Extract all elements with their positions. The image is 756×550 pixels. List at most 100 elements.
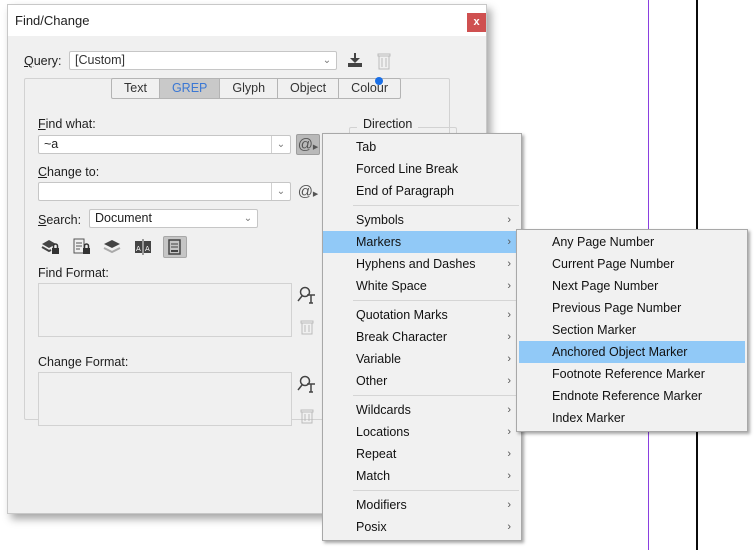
format-search-icon xyxy=(297,286,315,304)
menu-item-forced-line-break[interactable]: Forced Line Break xyxy=(323,158,521,180)
save-download-icon xyxy=(348,53,362,67)
locked-stories-icon xyxy=(73,238,90,254)
search-label: Search: xyxy=(38,213,81,227)
menu-item-variable[interactable]: Variable › xyxy=(323,348,521,370)
menu-item-symbols[interactable]: Symbols › xyxy=(323,209,521,231)
chevron-down-icon[interactable]: ⌄ xyxy=(271,136,290,153)
menu-item-label: Markers xyxy=(356,235,402,249)
menu-item-label: White Space xyxy=(356,279,427,293)
menu-item-modifiers[interactable]: Modifiers › xyxy=(323,494,521,516)
triangle-right-icon: ▶ xyxy=(312,144,319,151)
include-footnotes-button[interactable] xyxy=(163,236,187,258)
change-to-text: hange to: xyxy=(47,165,100,179)
menu-item-posix[interactable]: Posix › xyxy=(323,516,521,538)
footnotes-icon xyxy=(168,239,181,255)
menu-item-wildcards[interactable]: Wildcards › xyxy=(323,399,521,421)
find-format-box[interactable] xyxy=(38,283,292,337)
tab-bar: Text GREP Glyph Object Colour xyxy=(111,78,401,99)
menu-item-hyphens-and-dashes[interactable]: Hyphens and Dashes › xyxy=(323,253,521,275)
tab-text[interactable]: Text xyxy=(112,79,160,98)
menu-item-quotation-marks[interactable]: Quotation Marks › xyxy=(323,304,521,326)
at-sign-icon: @ xyxy=(297,183,313,200)
menu-item-white-space[interactable]: White Space › xyxy=(323,275,521,297)
query-dropdown[interactable]: [Custom] ⌄ xyxy=(69,51,337,70)
menu-item-other[interactable]: Other › xyxy=(323,370,521,392)
include-locked-layers-button[interactable] xyxy=(41,237,61,257)
change-special-characters-button[interactable]: @▶ xyxy=(296,182,320,203)
trash-icon xyxy=(377,53,391,70)
submenu-item-any-page-number[interactable]: Any Page Number xyxy=(519,231,745,253)
change-format-box[interactable] xyxy=(38,372,292,426)
include-master-pages-button[interactable]: AA xyxy=(133,237,153,257)
svg-text:A: A xyxy=(136,245,141,253)
menu-item-label: Forced Line Break xyxy=(356,162,459,176)
query-label: Query: xyxy=(24,54,62,68)
change-to-input[interactable]: ⌄ xyxy=(38,182,291,201)
find-what-value: ~a xyxy=(44,137,59,151)
chevron-right-icon: › xyxy=(507,258,511,270)
query-label-text: uery: xyxy=(33,54,62,68)
markers-submenu: Any Page Number Current Page Number Next P… xyxy=(516,229,748,432)
submenu-item-anchored-object-marker[interactable]: Anchored Object Marker xyxy=(519,341,745,363)
chevron-right-icon: › xyxy=(507,521,511,533)
change-format-label: Change Format: xyxy=(38,355,129,369)
save-query-button[interactable] xyxy=(346,51,364,71)
menu-separator xyxy=(353,395,519,396)
menu-item-break-character[interactable]: Break Character › xyxy=(323,326,521,348)
special-characters-menu: Tab Forced Line Break End of Paragraph Symb… xyxy=(322,133,522,541)
hidden-layers-icon xyxy=(103,240,121,254)
tab-grep[interactable]: GREP xyxy=(159,79,221,98)
locked-layers-icon xyxy=(41,240,59,254)
submenu-item-endnote-reference-marker[interactable]: Endnote Reference Marker xyxy=(519,385,745,407)
menu-item-label: Tab xyxy=(356,140,377,154)
submenu-item-label: Current Page Number xyxy=(552,257,675,271)
menu-item-label: Quotation Marks xyxy=(356,308,448,322)
title-bar[interactable]: Find/Change x xyxy=(8,5,486,36)
tab-glyph[interactable]: Glyph xyxy=(220,79,279,98)
chevron-right-icon: › xyxy=(507,448,511,460)
submenu-item-label: Footnote Reference Marker xyxy=(552,367,705,381)
chevron-down-icon[interactable]: ⌄ xyxy=(271,183,290,200)
chevron-right-icon: › xyxy=(507,331,511,343)
find-what-input[interactable]: ~a ⌄ xyxy=(38,135,291,154)
tab-object[interactable]: Object xyxy=(278,79,340,98)
submenu-item-previous-page-number[interactable]: Previous Page Number xyxy=(519,297,745,319)
menu-item-tab[interactable]: Tab xyxy=(323,136,521,158)
find-format-label: Find Format: xyxy=(38,266,109,280)
specify-find-format-button[interactable] xyxy=(297,285,317,305)
triangle-right-icon: ▶ xyxy=(312,191,319,198)
search-scope-dropdown[interactable]: Document ⌄ xyxy=(89,209,258,228)
find-what-mnemonic: F xyxy=(38,117,46,131)
svg-text:A: A xyxy=(145,245,150,253)
chevron-right-icon: › xyxy=(507,280,511,292)
trash-icon xyxy=(300,320,314,335)
chevron-right-icon: › xyxy=(507,426,511,438)
tab-colour[interactable]: Colour xyxy=(339,79,400,98)
submenu-item-next-page-number[interactable]: Next Page Number xyxy=(519,275,745,297)
submenu-item-current-page-number[interactable]: Current Page Number xyxy=(519,253,745,275)
find-special-characters-button[interactable]: @▶ xyxy=(296,134,320,155)
clear-change-format-button[interactable] xyxy=(299,408,315,426)
chevron-right-icon: › xyxy=(507,499,511,511)
delete-query-button[interactable] xyxy=(376,51,392,71)
menu-item-label: Modifiers xyxy=(356,498,407,512)
menu-item-locations[interactable]: Locations › xyxy=(323,421,521,443)
menu-item-repeat[interactable]: Repeat › xyxy=(323,443,521,465)
submenu-item-label: Next Page Number xyxy=(552,279,659,293)
menu-item-match[interactable]: Match › xyxy=(323,465,521,487)
close-button[interactable]: x xyxy=(467,13,486,32)
specify-change-format-button[interactable] xyxy=(297,374,317,394)
submenu-item-label: Index Marker xyxy=(552,411,625,425)
trash-icon xyxy=(300,409,314,424)
submenu-item-index-marker[interactable]: Index Marker xyxy=(519,407,745,429)
query-value: [Custom] xyxy=(75,53,126,67)
menu-item-markers[interactable]: Markers › xyxy=(323,231,521,253)
chevron-right-icon: › xyxy=(507,353,511,365)
menu-item-end-of-paragraph[interactable]: End of Paragraph xyxy=(323,180,521,202)
clear-find-format-button[interactable] xyxy=(299,319,315,337)
submenu-item-footnote-reference-marker[interactable]: Footnote Reference Marker xyxy=(519,363,745,385)
submenu-item-section-marker[interactable]: Section Marker xyxy=(519,319,745,341)
include-locked-stories-button[interactable] xyxy=(72,237,92,257)
colour-indicator-dot xyxy=(375,77,383,85)
include-hidden-layers-button[interactable] xyxy=(102,237,122,257)
